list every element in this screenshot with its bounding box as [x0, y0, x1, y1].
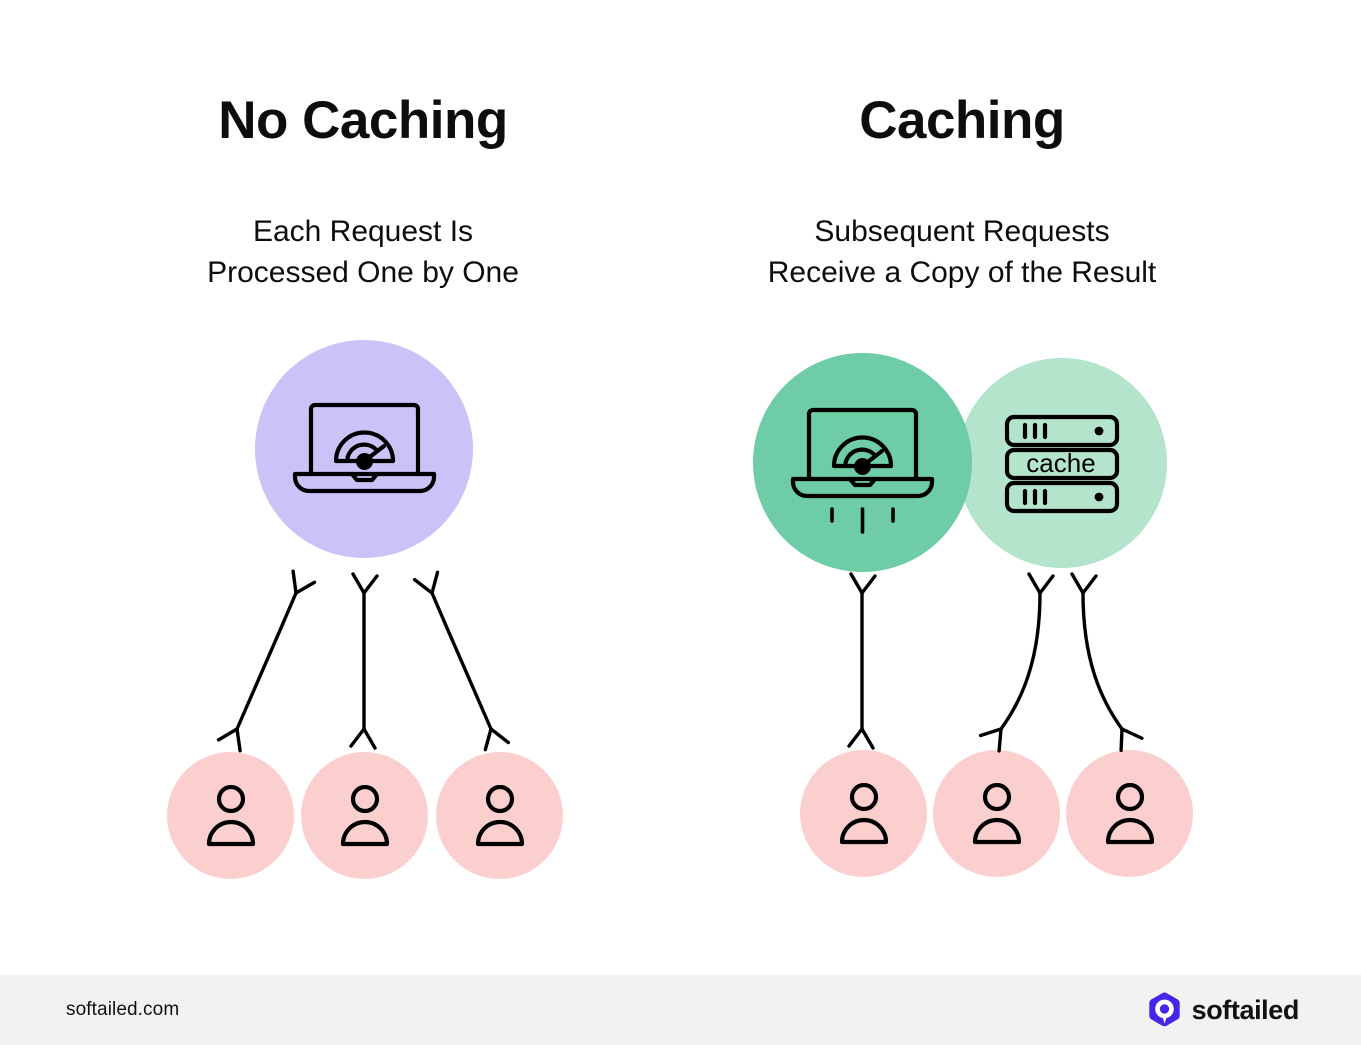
cache-label: cache: [1026, 448, 1095, 478]
column-subtitle-no-caching: Each Request Is Processed One by One: [113, 211, 613, 293]
user-icon: [475, 785, 525, 847]
brand-lockup[interactable]: softailed: [1148, 992, 1299, 1028]
connector-cache-right-caching: [1070, 572, 1144, 754]
column-subtitle-line2: Receive a Copy of the Result: [767, 256, 1157, 289]
softailed-logo-icon: [1148, 992, 1180, 1027]
column-title-no-caching: No Caching: [218, 91, 508, 150]
user-icon: [1105, 783, 1155, 845]
laptop-speedometer-fast-icon: [790, 407, 935, 534]
user-icon: [340, 785, 390, 847]
user-icon: [839, 783, 889, 845]
user-icon: [972, 783, 1022, 845]
connector-cache-left-caching: [977, 572, 1055, 753]
laptop-speedometer-icon: [292, 402, 437, 494]
column-subtitle-line2: Processed One by One: [207, 256, 519, 289]
column-subtitle-line1: Subsequent Requests: [814, 215, 1110, 248]
column-title-caching: Caching: [859, 91, 1065, 150]
connector-middle-no-caching: [349, 572, 379, 750]
footer-bar: softailed.com softailed: [0, 975, 1361, 1045]
user-icon: [206, 785, 256, 847]
cache-server-icon: cache: [1004, 414, 1120, 514]
connector-left-no-caching: [216, 569, 317, 753]
column-subtitle-caching: Subsequent Requests Receive a Copy of th…: [687, 211, 1237, 293]
connector-origin-caching: [847, 572, 877, 750]
brand-name: softailed: [1191, 994, 1300, 1025]
footer-url[interactable]: softailed.com: [66, 999, 179, 1021]
connector-layer: [216, 568, 1144, 754]
diagram-canvas: No Caching Each Request Is Processed One…: [0, 0, 1361, 1045]
column-subtitle-line1: Each Request Is: [252, 215, 474, 248]
connector-right-no-caching: [412, 568, 511, 754]
